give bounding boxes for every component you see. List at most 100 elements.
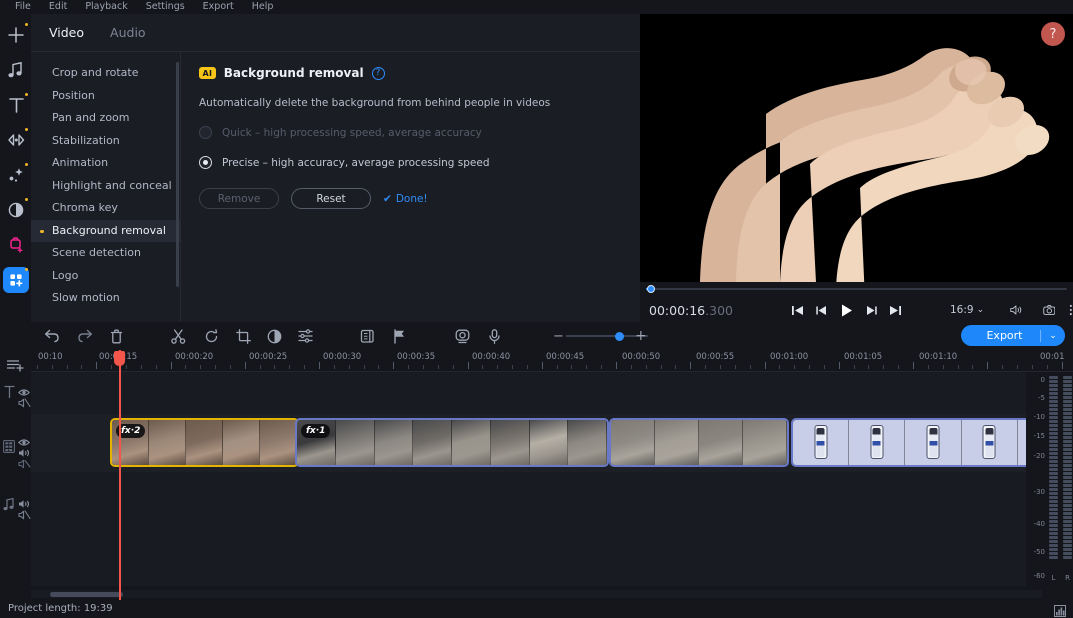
previous-frame-icon[interactable] [815, 304, 828, 317]
speaker-icon[interactable] [1010, 303, 1023, 317]
play-icon[interactable] [839, 303, 854, 318]
playhead-handle[interactable] [114, 351, 125, 366]
record-webcam-button[interactable] [452, 326, 472, 346]
ruler-tick [408, 365, 409, 369]
effect-item-scene-detection[interactable]: Scene detection [31, 242, 180, 265]
meter-segment [1063, 412, 1072, 415]
rail-item-filters[interactable] [3, 162, 29, 188]
help-button[interactable]: ? [1041, 22, 1065, 46]
rotate-button[interactable] [201, 326, 221, 346]
timeline-clip-clip-guitar-lesson[interactable]: fx·1 [295, 418, 609, 467]
crop-button[interactable] [233, 326, 253, 346]
effect-item-logo[interactable]: Logo [31, 265, 180, 288]
more-tools-button[interactable] [295, 326, 315, 346]
tab-audio[interactable]: Audio [106, 23, 150, 42]
effect-item-slow-motion[interactable]: Slow motion [31, 287, 180, 310]
timeline-horizontal-scrollbar[interactable] [31, 590, 1042, 598]
track-header-audio[interactable] [3, 496, 15, 515]
scrollbar-thumb[interactable] [50, 592, 123, 597]
webcam-icon [455, 329, 470, 344]
remove-button[interactable]: Remove [199, 188, 279, 209]
menu-item-file[interactable]: File [6, 0, 40, 14]
effect-item-crop-and-rotate[interactable]: Crop and rotate [31, 62, 180, 85]
clip-properties-button[interactable] [357, 326, 377, 346]
camera-icon[interactable] [1043, 303, 1056, 317]
rail-item-audio[interactable] [3, 57, 29, 83]
zoom-in-button[interactable]: + [635, 328, 647, 344]
color-adjust-button[interactable] [264, 326, 284, 346]
track-video-link-toggle[interactable] [18, 454, 31, 473]
audio-meter-icon[interactable] [1054, 602, 1066, 618]
effect-item-stabilization[interactable]: Stabilization [31, 130, 180, 153]
menu-item-export[interactable]: Export [194, 0, 243, 14]
zoom-slider-handle[interactable] [615, 332, 624, 341]
effects-list-scrollbar[interactable] [176, 62, 179, 287]
skip-to-end-icon[interactable] [889, 304, 902, 317]
effect-item-animation[interactable]: Animation [31, 152, 180, 175]
ruler-tick [364, 365, 365, 369]
kebab-menu-icon[interactable] [1069, 302, 1073, 318]
radio-precise-icon[interactable] [199, 156, 212, 169]
rail-item-more-tools[interactable] [3, 267, 29, 293]
phone-mockup [870, 425, 883, 459]
record-voice-button[interactable] [484, 326, 504, 346]
timeline-text-track-lane[interactable] [31, 372, 1042, 414]
timeline-clip-clip-phone-screens[interactable] [791, 418, 1042, 467]
effect-item-chroma-key[interactable]: Chroma key [31, 197, 180, 220]
radio-quick-icon[interactable] [199, 126, 212, 139]
menu-item-edit[interactable]: Edit [40, 0, 76, 14]
effect-item-pan-and-zoom[interactable]: Pan and zoom [31, 107, 180, 130]
export-chevron-down-icon[interactable]: ⌄ [1041, 331, 1065, 341]
effect-item-highlight-and-conceal[interactable]: Highlight and conceal [31, 175, 180, 198]
effect-item-background-removal[interactable]: Background removal [31, 220, 180, 243]
ruler-tick [126, 365, 127, 369]
skip-to-start-icon[interactable] [791, 304, 804, 317]
option-quick[interactable]: Quick – high processing speed, average a… [199, 126, 622, 139]
track-text-mute-toggle[interactable] [18, 393, 31, 412]
undo-button[interactable] [42, 326, 62, 346]
menu-item-playback[interactable]: Playback [76, 0, 136, 14]
clip-thumbnails [611, 420, 787, 465]
audio-level-meter: 0-5-10-15-20-30-40-50-60 LR [1026, 372, 1073, 586]
next-frame-icon[interactable] [865, 304, 878, 317]
meter-segment [1049, 440, 1058, 443]
video-preview[interactable] [640, 14, 1073, 322]
rail-item-transitions[interactable] [3, 127, 29, 153]
meter-segment [1049, 392, 1058, 395]
timeline-tracks[interactable]: fx·2fx·1 [31, 372, 1042, 586]
redo-button[interactable] [75, 326, 95, 346]
help-icon[interactable]: ? [372, 67, 385, 80]
menu-item-help[interactable]: Help [243, 0, 283, 14]
track-header-video[interactable] [3, 438, 15, 457]
aspect-ratio-selector[interactable]: 16:9 ⌄ [950, 304, 984, 316]
track-audio-mute-toggle[interactable] [18, 505, 31, 524]
option-precise[interactable]: Precise – high accuracy, average process… [199, 156, 622, 169]
rail-item-stickers[interactable] [3, 232, 29, 258]
delete-button[interactable] [106, 326, 126, 346]
export-button[interactable]: Export ⌄ [961, 325, 1065, 346]
timeline-ruler[interactable]: 00:1000:00:1500:00:2000:00:2500:00:3000:… [0, 350, 1073, 372]
meter-segment [1049, 468, 1058, 471]
playback-progress-track[interactable] [646, 288, 1067, 290]
meter-segment [1049, 420, 1058, 423]
meter-segment [1049, 396, 1058, 399]
timeline-clip-clip-hands-mouse[interactable]: fx·2 [110, 418, 299, 467]
meter-segment [1063, 380, 1072, 383]
tab-video[interactable]: Video [45, 23, 88, 42]
rail-item-color-adjust[interactable] [3, 197, 29, 223]
add-track-button[interactable] [7, 358, 24, 377]
playback-progress-handle[interactable] [647, 285, 655, 293]
marker-button[interactable] [389, 326, 409, 346]
zoom-out-button[interactable]: − [553, 329, 564, 344]
effect-item-position[interactable]: Position [31, 85, 180, 108]
rail-item-add-media[interactable] [3, 22, 29, 48]
clip-fx-badge[interactable]: fx·1 [301, 424, 330, 438]
track-header-text[interactable] [4, 383, 15, 402]
reset-button[interactable]: Reset [291, 188, 371, 209]
rail-item-titles[interactable] [3, 92, 29, 118]
menu-item-settings[interactable]: Settings [137, 0, 194, 14]
split-button[interactable] [168, 326, 188, 346]
ruler-tick [1047, 365, 1048, 369]
timeline-audio-track-lane[interactable] [31, 472, 1042, 586]
timeline-clip-clip-guitar-room[interactable] [609, 418, 789, 467]
